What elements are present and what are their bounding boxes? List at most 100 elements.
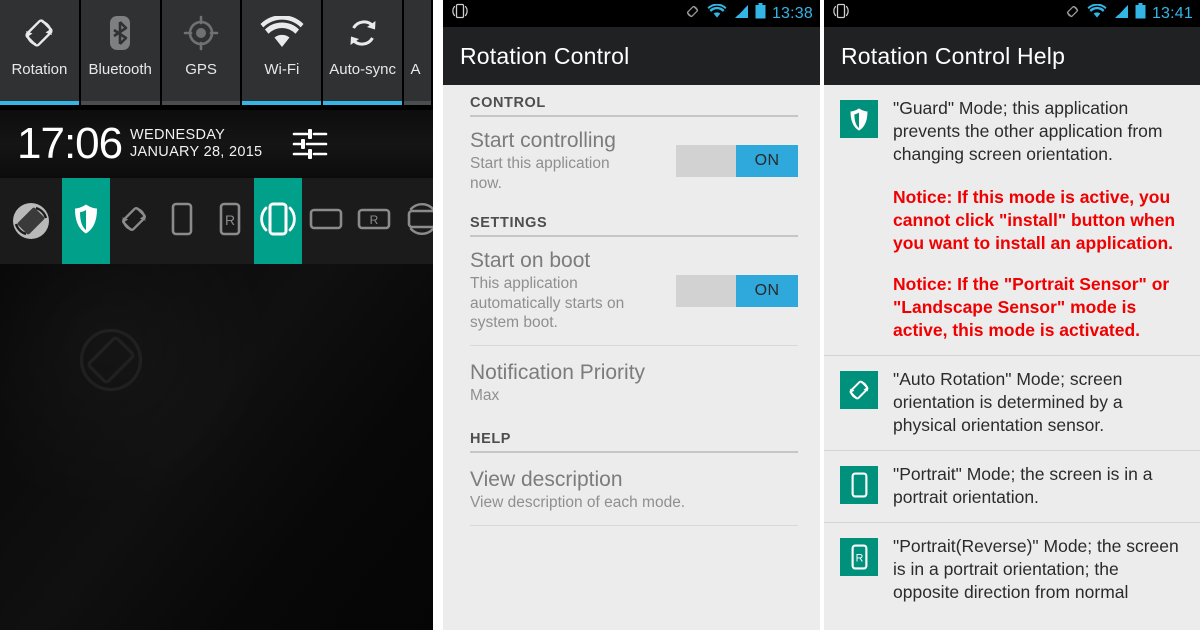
qs-label: Rotation [11,61,68,78]
help-text-block: "Portrait(Reverse)" Mode; the screen is … [893,535,1186,604]
bluetooth-icon [103,4,137,62]
auto-rotate-icon [116,201,152,242]
pref-summary: This application automatically starts on… [470,275,625,331]
wifi-icon [260,4,304,62]
status-bar: 13:41 [824,0,1200,27]
autosync-icon [344,4,382,62]
section-header-help: HELP [470,431,512,447]
qs-tile-gps[interactable]: GPS [161,0,241,105]
pref-view-description[interactable]: View description View description of eac… [443,453,820,525]
pref-summary: View description of each mode. [470,494,686,511]
start-controlling-toggle[interactable]: ON [676,145,798,177]
clock-time: 17:06 [17,119,123,168]
status-bar-left [450,2,470,25]
pref-title: Notification Priority [470,360,646,384]
rotation-icon [684,3,701,25]
settings-list: CONTROL Start controlling Start this app… [443,85,820,630]
help-description: "Portrait" Mode; the screen is in a port… [893,464,1153,507]
toggle-track [676,274,736,307]
gps-icon [182,4,220,62]
toggle-thumb: ON [736,274,798,307]
portrait-sensor-icon [259,201,297,242]
qs-underline [80,101,160,105]
mode-landscape-sensor[interactable] [398,178,433,264]
qs-underline [0,101,79,105]
help-row-portrait-reverse[interactable]: R "Portrait(Reverse)" Mode; the screen i… [824,523,1200,617]
mode-guard[interactable] [62,178,110,264]
help-notice: Notice: If the "Portrait Sensor" or "Lan… [893,274,1170,340]
help-text-block: "Portrait" Mode; the screen is in a port… [893,463,1186,509]
mode-portrait-reverse[interactable]: R [206,178,254,264]
battery-icon [1135,3,1146,24]
section-header-control: CONTROL [470,95,546,111]
mode-landscape[interactable] [302,178,350,264]
portrait-reverse-icon: R [840,538,878,576]
help-list: "Guard" Mode; this application prevents … [824,85,1200,630]
signal-icon [733,4,749,24]
qs-tile-auto-sync[interactable]: Auto-sync [323,0,403,105]
qs-label: A [410,61,421,78]
screenshot-root: Rotation Bluetooth GPS Wi-Fi Auto-sync A… [0,0,1200,630]
qs-label: GPS [185,61,217,78]
action-bar: Rotation Control [443,27,820,85]
action-bar: Rotation Control Help [824,27,1200,85]
help-screen-panel: 13:41 Rotation Control Help "Guard" Mode… [824,0,1200,630]
help-row-portrait[interactable]: "Portrait" Mode; the screen is in a port… [824,451,1200,522]
qs-tile-bluetooth[interactable]: Bluetooth [80,0,160,105]
start-on-boot-toggle[interactable]: ON [676,274,798,307]
shield-icon [73,203,99,240]
help-text-block: "Guard" Mode; this application prevents … [893,97,1186,342]
clock-fulldate: JANUARY 28, 2015 [130,144,263,160]
portrait-sensor-notification-icon [831,2,851,25]
pref-title: View description [470,468,623,491]
landscape-icon [309,207,343,236]
status-bar-clock: 13:38 [771,4,813,22]
action-bar-title: Rotation Control [460,42,630,69]
status-bar-clock: 13:41 [1151,4,1193,22]
help-row-auto-rotation[interactable]: "Auto Rotation" Mode; screen orientation… [824,356,1200,450]
status-bar-left [831,2,851,25]
help-row-guard[interactable]: "Guard" Mode; this application prevents … [824,85,1200,355]
qs-underline [404,101,431,105]
list-divider [470,524,798,526]
qs-tile-wifi[interactable]: Wi-Fi [242,0,322,105]
wallpaper-watermark-icon [75,324,147,401]
qs-label: Auto-sync [329,61,396,78]
rotation-icon [1064,3,1081,25]
pref-start-controlling[interactable]: Start controlling Start this application… [443,117,820,205]
pref-title: Start on boot [470,249,591,272]
battery-icon [755,3,766,24]
qs-underline [323,101,403,105]
pref-notification-priority[interactable]: Notification Priority Max [443,346,820,418]
notification-shade-panel: Rotation Bluetooth GPS Wi-Fi Auto-sync A… [0,0,433,630]
svg-text:R: R [855,553,863,565]
svg-text:R: R [225,212,235,228]
wifi-icon [707,3,727,24]
auto-rotate-icon [19,4,59,62]
clock-weekday: WEDNESDAY [130,127,226,143]
status-bar-right: 13:41 [1064,3,1193,25]
mode-portrait[interactable] [158,178,206,264]
pref-start-on-boot[interactable]: Start on boot This application automatic… [443,237,820,345]
qs-label: Bluetooth [88,61,152,78]
qs-underline [242,101,322,105]
shield-icon [840,100,878,138]
signal-icon [1113,4,1129,24]
help-description: "Guard" Mode; this application prevents … [893,98,1163,164]
toggle-track [676,145,736,177]
qs-tile-rotation[interactable]: Rotation [0,0,79,105]
qs-tile-next-clipped[interactable]: A [404,0,431,105]
wifi-icon [1087,3,1107,24]
mode-portrait-sensor[interactable] [254,178,302,264]
home-screen-wallpaper [0,264,433,630]
qs-underline [161,101,241,105]
qs-label: Wi-Fi [264,61,300,78]
svg-text:R: R [370,213,379,227]
portrait-sensor-notification-icon [450,2,470,25]
mode-landscape-reverse[interactable]: R [350,178,398,264]
mode-auto-rotation[interactable] [110,178,158,264]
rotation-mode-bar: R R [0,178,433,264]
pref-summary: Start this application now. [470,155,610,192]
help-notice: Notice: If this mode is active, you cann… [893,187,1176,253]
sliders-icon[interactable] [291,126,329,167]
